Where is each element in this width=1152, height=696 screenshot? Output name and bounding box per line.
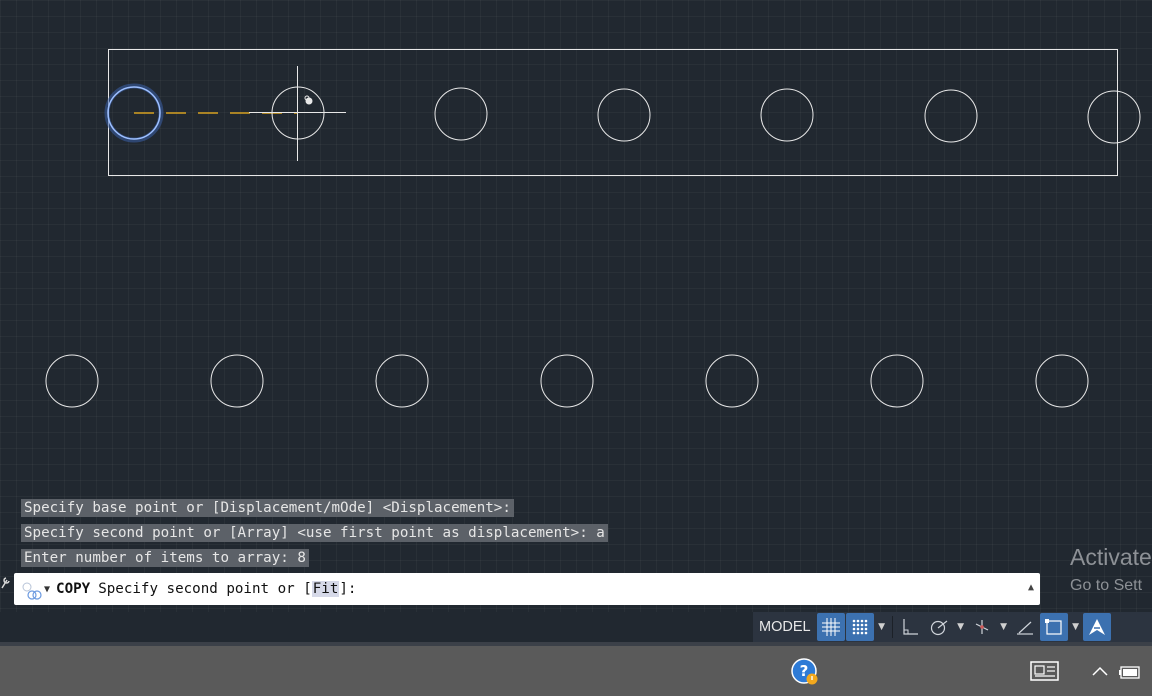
watermark-title: Activate: [1070, 544, 1152, 570]
recent-commands-icon[interactable]: [18, 576, 44, 602]
copied-circle[interactable]: [434, 87, 488, 141]
circle[interactable]: [45, 354, 99, 408]
divider: [891, 616, 893, 638]
model-space-button[interactable]: MODEL: [753, 612, 817, 642]
copied-circle[interactable]: [1087, 90, 1141, 144]
viewport-icon[interactable]: [1039, 613, 1068, 641]
battery-icon[interactable]: [1118, 662, 1142, 682]
history-expand-icon[interactable]: ▲: [1028, 582, 1034, 593]
viewport-dropdown-icon[interactable]: ▼: [1069, 613, 1083, 641]
watermark-subtitle: Go to Sett: [1070, 577, 1143, 594]
drawing-canvas[interactable]: Specify base point or [Displacement/mOde…: [0, 0, 1152, 612]
circle[interactable]: [540, 354, 594, 408]
command-prompt: Specify second point or [: [98, 581, 312, 597]
command-prompt-end: ]:: [339, 581, 357, 597]
customize-wrench-icon[interactable]: [0, 576, 10, 590]
isodraft-dropdown-icon[interactable]: ▼: [997, 613, 1011, 641]
command-history-line: Specify base point or [Displacement/mOde…: [21, 499, 514, 517]
snap-dropdown-icon[interactable]: ▼: [875, 613, 889, 641]
taskbar: ?: [0, 646, 1152, 696]
osnap-track-icon[interactable]: [1011, 613, 1039, 641]
command-history-line: Specify second point or [Array] <use fir…: [21, 524, 608, 542]
fit-option-link[interactable]: Fit: [311, 581, 340, 597]
circle[interactable]: [375, 354, 429, 408]
circle[interactable]: [870, 354, 924, 408]
circle[interactable]: [705, 354, 759, 408]
copied-circle[interactable]: [924, 89, 978, 143]
status-bar: MODEL ▼ ▼ ▼ ▼: [753, 612, 1152, 642]
command-history-line: Enter number of items to array: 8: [21, 549, 309, 567]
snap-icon[interactable]: [845, 613, 874, 641]
annotation-scale-icon[interactable]: [1082, 613, 1111, 641]
activate-windows-watermark: Activate Go to Sett: [1070, 543, 1152, 601]
news-icon[interactable]: [1029, 659, 1061, 683]
copied-circle[interactable]: [597, 88, 651, 142]
polar-dropdown-icon[interactable]: ▼: [954, 613, 968, 641]
chevron-up-icon[interactable]: [1090, 662, 1110, 682]
polar-icon[interactable]: [925, 613, 953, 641]
ortho-icon[interactable]: [896, 613, 924, 641]
chevron-down-icon[interactable]: ▼: [44, 584, 50, 595]
grid-icon[interactable]: [816, 613, 845, 641]
model-space[interactable]: [0, 0, 1152, 612]
command-line[interactable]: ▼ COPY Specify second point or [ Fit ]: …: [14, 573, 1040, 605]
command-name: COPY: [56, 581, 91, 597]
circle[interactable]: [1035, 354, 1089, 408]
help-icon[interactable]: ?: [790, 657, 820, 687]
circle[interactable]: [210, 354, 264, 408]
isodraft-icon[interactable]: [968, 613, 996, 641]
copied-circle[interactable]: [760, 88, 814, 142]
